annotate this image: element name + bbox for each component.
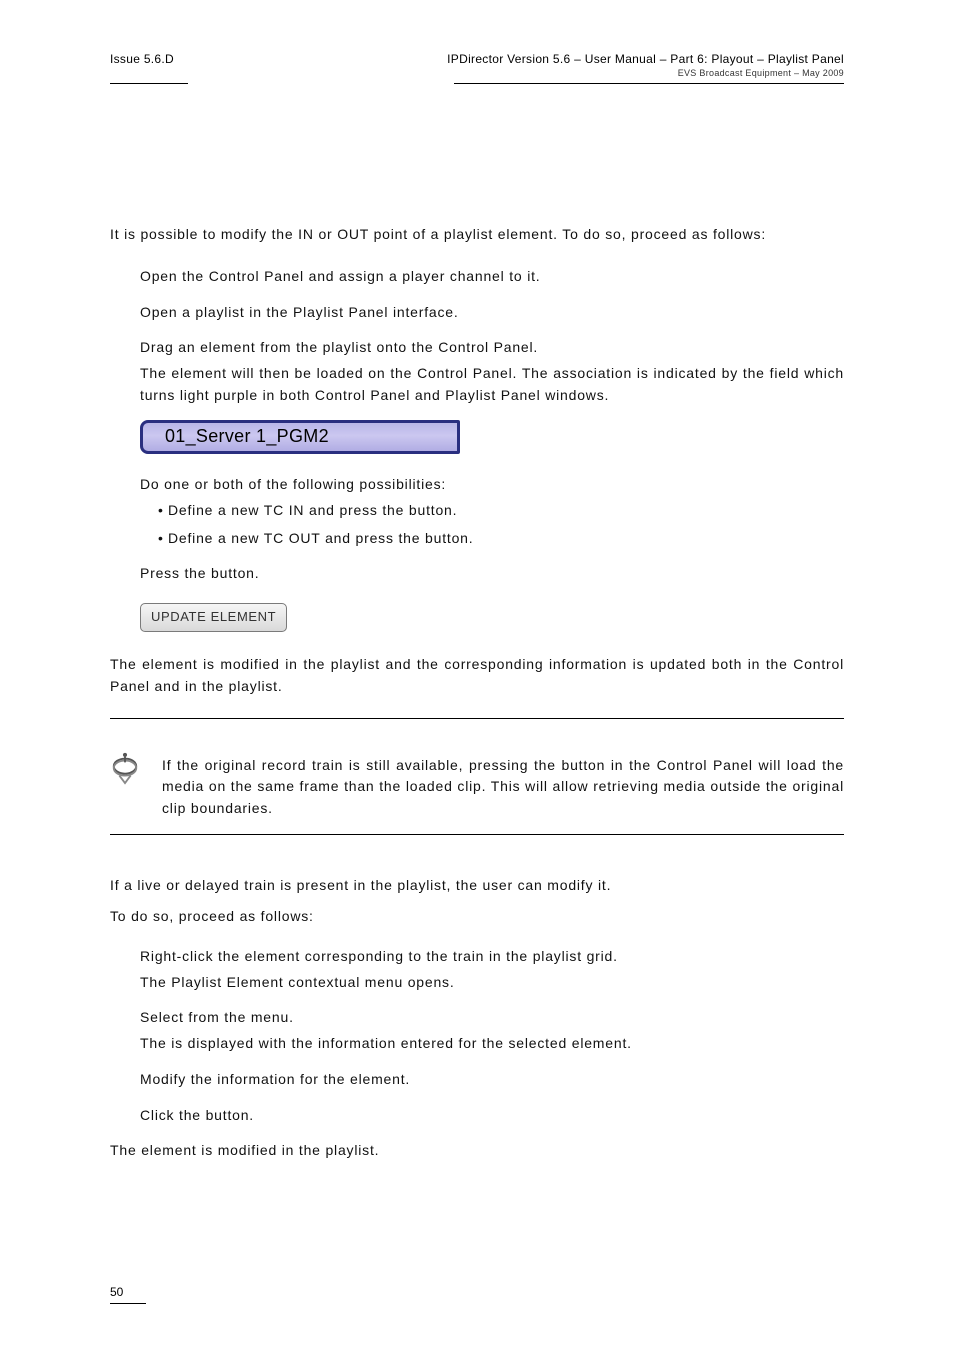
step-5: Press the button. [140, 563, 844, 585]
note-text-a: If the original record train is still av… [162, 757, 562, 773]
footer-rule [110, 1303, 146, 1304]
bullet-dot: • [158, 528, 168, 550]
section-a-intro: It is possible to modify the IN or OUT p… [110, 224, 844, 246]
step-3-body: The element will then be loaded on the C… [140, 363, 844, 406]
b-step-3-text: Modify the information for the element. [140, 1071, 410, 1087]
bullet-mark-out: • Define a new TC OUT and press the butt… [158, 528, 844, 550]
doc-title: IPDirector Version 5.6 – User Manual – P… [447, 52, 844, 68]
b-step-3: Modify the information for the element. [140, 1069, 844, 1091]
section-update-train: If a live or delayed train is present in… [110, 875, 844, 1162]
b-step-2-b: from the menu. [188, 1009, 293, 1025]
section-b-line1: If a live or delayed train is present in… [110, 875, 844, 897]
step-5-a: Press the [140, 565, 211, 581]
section-a-steps-contd: Do one or both of the following possibil… [110, 474, 844, 585]
section-a-steps: Open the Control Panel and assign a play… [110, 266, 844, 406]
step-3-text: Drag an element from the playlist onto t… [140, 339, 538, 355]
step-1-text: Open the Control Panel and assign a play… [140, 268, 541, 284]
header-rule-left [110, 83, 188, 84]
note-separator-bottom [110, 834, 844, 835]
note-icon [110, 751, 140, 785]
b-step-2-a: Select [140, 1009, 188, 1025]
step-5-text: Press the button. [140, 565, 259, 581]
bullet-mark-out-b: button. [425, 530, 473, 546]
note-text: If the original record train is still av… [162, 755, 844, 820]
content: It is possible to modify the IN or OUT p… [110, 84, 844, 1162]
b-step-2: Select from the menu. The is displayed w… [140, 1007, 844, 1054]
b-step-2-text: Select from the menu. [140, 1009, 294, 1025]
section-b-closing: The element is modified in the playlist. [110, 1140, 844, 1162]
bullet-mark-out-text: Define a new TC OUT and press the button… [168, 528, 844, 550]
step-4-bullets: • Define a new TC IN and press the butto… [140, 500, 844, 549]
b-step-1-sub: The Playlist Element contextual menu ope… [140, 972, 844, 994]
b-step-2-sub-a: The [140, 1035, 171, 1051]
bullet-mark-in: • Define a new TC IN and press the butto… [158, 500, 844, 522]
channel-field-text: 01_Server 1_PGM2 [165, 423, 329, 451]
page-number: 50 [110, 1285, 123, 1299]
bullet-mark-in-b: button. [409, 502, 457, 518]
b-step-4-text: Click the button. [140, 1107, 254, 1123]
b-step-4-b: button. [206, 1107, 254, 1123]
step-3-body-a: The element will then be loaded on the C… [140, 365, 770, 381]
bullet-mark-in-text: Define a new TC IN and press the button. [168, 500, 844, 522]
note-content: If the original record train is still av… [162, 733, 844, 820]
page: Issue 5.6.D IPDirector Version 5.6 – Use… [0, 0, 954, 1350]
note-block: If the original record train is still av… [110, 733, 844, 820]
note-separator-top [110, 718, 844, 719]
b-step-4-a: Click the [140, 1107, 206, 1123]
b-step-4: Click the button. [140, 1105, 844, 1127]
step-2: Open a playlist in the Playlist Panel in… [140, 302, 844, 324]
page-footer: 50 [110, 1285, 146, 1304]
step-1: Open the Control Panel and assign a play… [140, 266, 844, 288]
section-update-element: It is possible to modify the IN or OUT p… [110, 224, 844, 697]
section-b-line2: To do so, proceed as follows: [110, 906, 844, 928]
update-element-button[interactable]: UPDATE ELEMENT [140, 603, 287, 632]
b-step-2-sub-b: is displayed with the information entere… [171, 1035, 632, 1051]
step-5-b: button. [211, 565, 259, 581]
issue-label: Issue 5.6.D [110, 52, 174, 66]
bullet-mark-in-a: Define a new TC IN and press the [168, 502, 409, 518]
step-4-intro: Do one or both of the following possibil… [140, 476, 446, 492]
channel-field-example: 01_Server 1_PGM2 [140, 420, 460, 454]
header-rule-right [454, 83, 844, 84]
b-step-1-text: Right-click the element corresponding to… [140, 948, 618, 964]
bullet-dot: • [158, 500, 168, 522]
b-step-2-sub: The is displayed with the information en… [140, 1033, 844, 1055]
section-b-steps: Right-click the element corresponding to… [110, 946, 844, 1126]
doc-subtitle: EVS Broadcast Equipment – May 2009 [447, 68, 844, 80]
doc-title-block: IPDirector Version 5.6 – User Manual – P… [447, 52, 844, 79]
step-2-text: Open a playlist in the Playlist Panel in… [140, 304, 459, 320]
page-header: Issue 5.6.D IPDirector Version 5.6 – Use… [110, 52, 844, 79]
section-a-closing: The element is modified in the playlist … [110, 654, 844, 697]
b-step-1: Right-click the element corresponding to… [140, 946, 844, 993]
bullet-mark-out-a: Define a new TC OUT and press the [168, 530, 425, 546]
step-4: Do one or both of the following possibil… [140, 474, 844, 549]
step-3: Drag an element from the playlist onto t… [140, 337, 844, 406]
